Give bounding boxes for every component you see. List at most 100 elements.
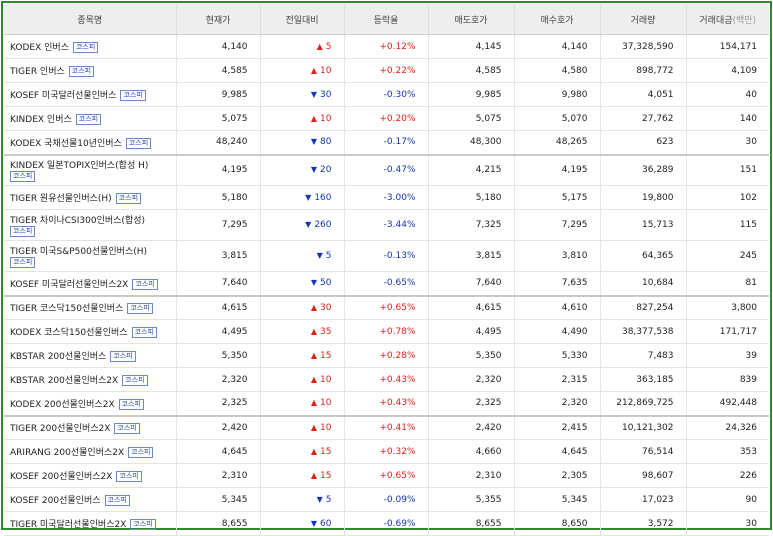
stock-name-link[interactable]: KINDEX 인버스 [10, 115, 72, 125]
change-value: 5 [325, 251, 332, 261]
cell-bid: 4,195 [513, 154, 600, 186]
table-row: TIGER 원유선물인버스(H) 코스피 5,180 ▼ 160 -3.00% 5,180 5… [4, 185, 769, 210]
cell-name: TIGER 미국달러선물인버스2X 코스피 [4, 511, 176, 536]
stock-name-link[interactable]: TIGER 원유선물인버스(H) [10, 194, 112, 204]
cell-change: ▼ 20 [259, 154, 344, 186]
cell-amount: 151 [685, 154, 769, 186]
stock-name-link[interactable]: KOSEF 미국달러선물인버스 [10, 91, 116, 101]
cell-change: ▼ 50 [259, 271, 344, 297]
market-badge: 코스피 [131, 327, 157, 338]
cell-ask: 4,585 [427, 58, 514, 83]
table-row: TIGER 차이나CSI300인버스(합성) 코스피 7,295 ▼ 260 -3.44%… [4, 209, 769, 241]
cell-volume: 10,684 [599, 271, 686, 297]
stock-name-link[interactable]: KOSEF 미국달러선물인버스2X [10, 280, 128, 290]
stock-name-link[interactable]: TIGER 차이나CSI300인버스(합성) [10, 216, 145, 226]
table-row: TIGER 인버스 코스피 4,585 ▲ 10 +0.22% 4,585 4,580 898,… [4, 58, 769, 83]
stock-name-link[interactable]: KODEX 국채선물10년인버스 [10, 139, 122, 149]
cell-ask: 2,420 [427, 415, 514, 440]
cell-name: KODEX 200선물인버스2X 코스피 [4, 391, 176, 417]
market-badge: 코스피 [68, 66, 95, 77]
cell-ask: 4,145 [427, 34, 514, 59]
cell-bid: 2,320 [513, 391, 600, 417]
cell-amount: 140 [685, 106, 769, 131]
cell-rate: +0.65% [343, 295, 428, 320]
cell-name: TIGER 미국S&P500선물인버스(H) 코스피 [4, 240, 176, 272]
stock-name-link[interactable]: KODEX 코스닥150선물인버스 [10, 328, 128, 338]
table-row: KODEX 코스닥150선물인버스 코스피 4,495 ▲ 35 +0.78% 4,495 4… [4, 319, 769, 344]
cell-change: ▼ 5 [259, 240, 344, 272]
table-row: TIGER 200선물인버스2X 코스피 2,420 ▲ 10 +0.41% 2,420 2,… [4, 415, 769, 440]
cell-name: TIGER 원유선물인버스(H) 코스피 [4, 185, 176, 210]
cell-change: ▼ 60 [259, 511, 344, 536]
stock-name-link[interactable]: KOSEF 200선물인버스 [10, 496, 101, 506]
down-arrow-icon: ▼ [310, 137, 318, 147]
change-value: 10 [320, 398, 332, 409]
cell-rate: -0.47% [343, 154, 428, 186]
stock-name-link[interactable]: TIGER 미국달러선물인버스2X [10, 520, 126, 530]
stock-name-link[interactable]: TIGER 인버스 [10, 67, 65, 77]
cell-volume: 623 [599, 130, 686, 156]
down-arrow-icon: ▼ [305, 192, 312, 202]
up-arrow-icon: ▲ [310, 113, 318, 123]
cell-ask: 9,985 [427, 82, 514, 107]
market-badge: 코스피 [118, 398, 144, 410]
market-badge: 코스피 [127, 303, 153, 315]
cell-ask: 2,320 [427, 367, 514, 392]
table-row: ARIRANG 200선물인버스2X 코스피 4,645 ▲ 15 +0.32% 4,660… [4, 439, 769, 464]
stock-name-link[interactable]: KODEX 200선물인버스2X [10, 400, 115, 410]
col-header-ask[interactable]: 매도호가 [427, 4, 514, 35]
market-badge: 코스피 [75, 114, 102, 125]
cell-name: KINDEX 인버스 코스피 [4, 106, 176, 131]
table-row: KODEX 인버스 코스피 4,140 ▲ 5 +0.12% 4,145 4,140 37,32… [4, 34, 769, 59]
stock-name-link[interactable]: ARIRANG 200선물인버스2X [10, 448, 124, 458]
stock-name-link[interactable]: KOSEF 200선물인버스2X [10, 472, 112, 482]
cell-rate: +0.41% [343, 415, 428, 440]
market-badge: 코스피 [10, 257, 36, 268]
change-value: 10 [320, 113, 332, 124]
cell-ask: 2,325 [427, 391, 514, 417]
table-row: KODEX 200선물인버스2X 코스피 2,325 ▲ 10 +0.43% 2,325 2,… [4, 391, 769, 417]
change-value: 50 [320, 278, 332, 289]
cell-rate: +0.22% [343, 58, 428, 83]
cell-amount: 90 [685, 487, 769, 512]
change-value: 5 [325, 494, 332, 505]
market-badge: 코스피 [10, 171, 36, 183]
up-arrow-icon: ▲ [310, 302, 318, 312]
cell-rate: -0.65% [343, 271, 428, 297]
stock-name-link[interactable]: TIGER 코스닥150선물인버스 [10, 304, 123, 314]
up-arrow-icon: ▲ [310, 326, 318, 336]
stock-name-link[interactable]: KODEX 인버스 [10, 43, 69, 53]
cell-rate: -0.17% [343, 130, 428, 156]
cell-amount: 24,326 [685, 415, 769, 440]
cell-volume: 36,289 [599, 154, 686, 186]
cell-ask: 8,655 [427, 511, 514, 536]
col-header-change[interactable]: 전일대비 [259, 4, 344, 35]
col-header-amount[interactable]: 거래대금(백만) [685, 4, 769, 35]
cell-price: 5,075 [175, 106, 260, 131]
col-header-rate[interactable]: 등락율 [343, 4, 428, 35]
cell-volume: 17,023 [599, 487, 686, 512]
cell-price: 4,615 [175, 295, 260, 320]
cell-volume: 98,607 [599, 463, 686, 488]
cell-volume: 7,483 [599, 343, 686, 368]
cell-bid: 7,295 [513, 209, 600, 241]
col-header-price[interactable]: 현재가 [175, 4, 260, 35]
cell-name: KODEX 인버스 코스피 [4, 34, 176, 59]
col-header-bid[interactable]: 매수호가 [513, 4, 600, 35]
stock-name-link[interactable]: TIGER 미국S&P500선물인버스(H) [10, 247, 147, 257]
stock-name-link[interactable]: KINDEX 일본TOPIX인버스(합성 H) [10, 161, 148, 171]
cell-ask: 7,640 [427, 271, 514, 297]
col-header-volume[interactable]: 거래량 [599, 4, 686, 35]
stock-name-link[interactable]: TIGER 200선물인버스2X [10, 424, 110, 434]
stock-name-link[interactable]: KBSTAR 200선물인버스2X [10, 376, 118, 386]
col-header-name[interactable]: 종목명 [4, 4, 176, 35]
change-value: 30 [320, 89, 332, 100]
cell-price: 8,655 [175, 511, 260, 536]
cell-bid: 8,650 [513, 511, 600, 536]
cell-bid: 7,635 [513, 271, 600, 297]
stock-name-link[interactable]: KBSTAR 200선물인버스 [10, 352, 106, 362]
cell-bid: 4,140 [513, 34, 600, 59]
cell-price: 3,815 [175, 240, 260, 272]
cell-rate: -3.44% [343, 209, 428, 241]
change-value: 10 [320, 65, 332, 76]
